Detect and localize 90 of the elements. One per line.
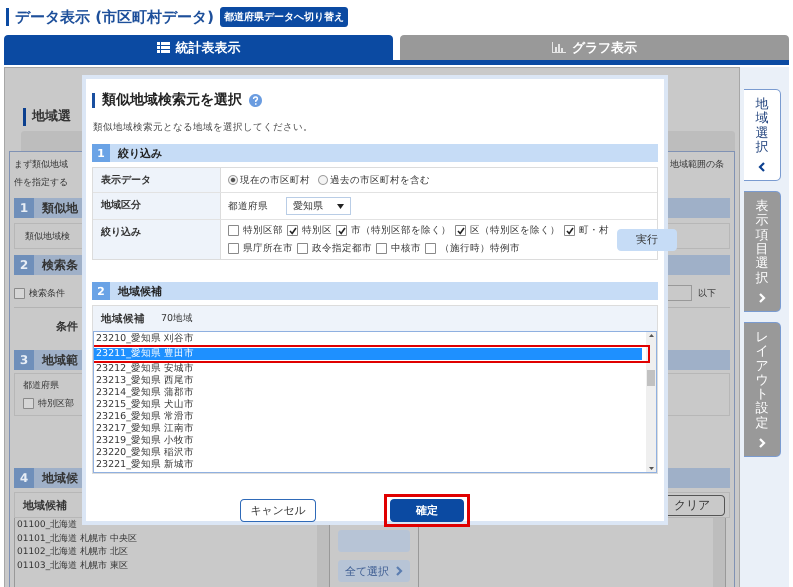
intro-text: 地域範囲の条 xyxy=(670,158,724,172)
checkbox[interactable] xyxy=(14,288,25,298)
section-title: 地域範 xyxy=(42,352,78,368)
intro-text: まず類似地域 xyxy=(14,158,68,172)
intro-text: 件を指定する xyxy=(14,176,68,190)
unit-label: 以下 xyxy=(698,288,716,300)
list-item[interactable]: 23220_愛知県 稲沢市 xyxy=(94,447,646,459)
checkbox[interactable] xyxy=(287,225,298,236)
dialog-title: 類似地域検索元を選択 xyxy=(102,91,242,109)
list-item[interactable]: 01101_北海道 札幌市 中央区 xyxy=(17,532,317,546)
list-header: 地域候補 xyxy=(23,498,67,512)
checkbox-label: 区（特別区を除く） xyxy=(470,224,560,237)
section-number: 2 xyxy=(92,282,110,300)
scrollbar[interactable] xyxy=(713,518,725,587)
radio-label: 現在の市区町村 xyxy=(240,174,310,186)
field-label: 都道府県 xyxy=(23,380,59,392)
dialog-description: 類似地域検索元となる地域を選択してください。 xyxy=(93,121,314,134)
chevron-right-icon xyxy=(395,566,403,576)
section-title: 絞り込み xyxy=(118,146,162,160)
check-icon xyxy=(288,226,296,234)
list-item[interactable]: 01102_北海道 札幌市 北区 xyxy=(17,546,317,560)
confirm-button[interactable]: 確定 xyxy=(390,499,464,522)
check-icon xyxy=(566,226,574,234)
list-item[interactable]: 23210_愛知県 刈谷市 xyxy=(94,333,646,345)
radio-label: 過去の市区町村を含む xyxy=(330,174,430,186)
list-item[interactable]: 23221_愛知県 新城市 xyxy=(94,459,646,471)
section-number: 3 xyxy=(14,350,34,370)
count-label: 70地域 xyxy=(161,312,194,325)
checkbox[interactable] xyxy=(228,243,239,254)
section-heading: 地域選 xyxy=(23,108,71,126)
view-tab[interactable]: 統計表表示 xyxy=(4,35,393,60)
section-title: 類似地 xyxy=(42,200,78,216)
check-icon xyxy=(338,226,346,234)
bar-chart-icon xyxy=(552,42,566,53)
checkbox-label: 特別区部 xyxy=(243,224,283,237)
chevron-right-icon xyxy=(758,438,766,448)
row-label: 絞り込み xyxy=(93,220,221,259)
radio-button[interactable] xyxy=(228,175,238,185)
list-item[interactable]: 23213_愛知県 西尾市 xyxy=(94,375,646,387)
list-item[interactable]: 23214_愛知県 蒲郡市 xyxy=(94,387,646,399)
checkbox[interactable] xyxy=(297,243,308,254)
chevron-right-icon xyxy=(758,292,766,303)
section-number: 1 xyxy=(92,144,110,162)
list-label: 地域候補 xyxy=(101,312,145,326)
condition-label: 条件 xyxy=(56,319,78,334)
row-label: 地域区分 xyxy=(93,193,221,219)
checkbox[interactable] xyxy=(564,225,575,236)
list-item[interactable]: 01103_北海道 札幌市 東区 xyxy=(17,560,317,573)
switch-data-button[interactable]: 都道府県データへ切り替え xyxy=(220,7,348,27)
section-title: 検索条 xyxy=(42,256,78,274)
list-item[interactable]: 23216_愛知県 常滑市 xyxy=(94,411,646,423)
prefecture-select[interactable]: 愛知県 xyxy=(286,197,351,215)
checkbox[interactable] xyxy=(23,398,34,409)
row-label: 表示データ xyxy=(93,168,221,192)
list-item[interactable]: 23217_愛知県 江南市 xyxy=(94,423,646,435)
checkbox[interactable] xyxy=(228,225,239,236)
scrollbar-thumb[interactable] xyxy=(647,370,655,386)
checkbox-label: 特別区 xyxy=(302,224,332,237)
field-label: 都道府県 xyxy=(228,200,268,212)
scroll-down-icon xyxy=(648,467,654,470)
list-item[interactable]: 23212_愛知県 安城市 xyxy=(94,363,646,375)
checkbox-label: 市（特別区部を除く） xyxy=(351,224,451,237)
list-item[interactable]: 23215_愛知県 犬山市 xyxy=(94,399,646,411)
checkbox[interactable] xyxy=(376,243,387,254)
side-tab[interactable]: 地域選択 xyxy=(744,89,781,182)
run-button[interactable]: 実行 xyxy=(617,228,677,250)
checkbox-label: 検索条件 xyxy=(29,288,65,300)
cancel-button[interactable]: キャンセル xyxy=(240,499,316,522)
dropdown-caret-icon xyxy=(337,204,344,208)
region-listbox[interactable]: 23210_愛知県 刈谷市 23211_愛知県 豊田市 23212_愛知県 安城市 23213_愛知県 西尾市 23214_愛知県 蒲郡市 23215_愛知県 犬山市 23216_愛知県 常滑市 23217_愛知県 江南市 23219_愛知県 小牧市 23220_愛知県 稲沢市 23221_愛知県 新城市 xyxy=(93,331,657,473)
section-number: 4 xyxy=(14,468,34,488)
section-number: 1 xyxy=(14,198,34,218)
checkbox[interactable] xyxy=(336,225,347,236)
scrollbar[interactable] xyxy=(646,332,656,472)
checkbox-label: 町・村 xyxy=(579,224,609,237)
check-icon xyxy=(456,226,464,234)
checkbox-label: 特別区部 xyxy=(38,398,74,410)
scroll-up-icon xyxy=(648,334,654,337)
select-all-button[interactable]: 全て選択 xyxy=(338,560,410,582)
checkbox[interactable] xyxy=(455,225,466,236)
section-number: 2 xyxy=(14,255,34,275)
help-icon xyxy=(249,94,262,106)
checkbox[interactable] xyxy=(425,243,436,254)
list-item[interactable]: 23219_愛知県 小牧市 xyxy=(94,435,646,447)
radio-button[interactable] xyxy=(318,175,328,185)
chevron-left-icon xyxy=(758,162,766,172)
section-title: 地域候 xyxy=(42,470,78,486)
page-title: データ表示 (市区町村データ) xyxy=(15,8,214,26)
list-icon xyxy=(156,42,170,53)
section-title: 地域候補 xyxy=(118,284,162,298)
